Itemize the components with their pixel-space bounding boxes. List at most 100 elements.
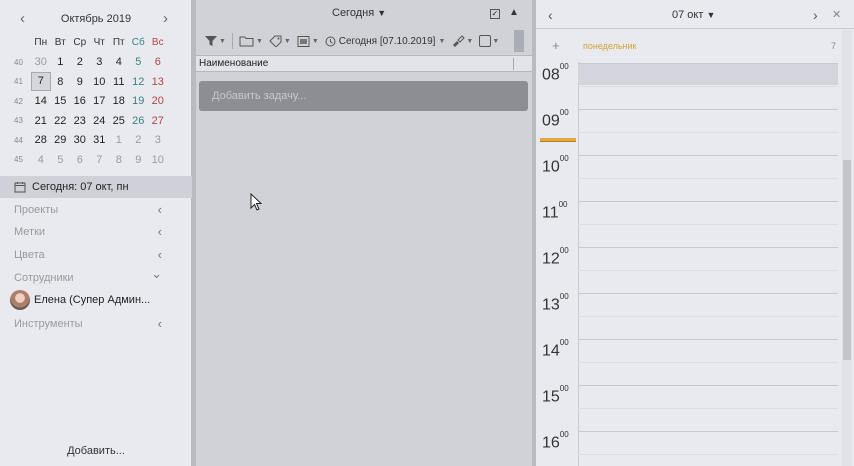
- project-filter-button[interactable]: ▼: [239, 35, 263, 47]
- grid-line: [578, 385, 838, 386]
- calendar-day[interactable]: 15: [51, 95, 71, 107]
- hour-label: 0900: [542, 108, 569, 130]
- grid-line: [578, 178, 838, 179]
- calendar-day[interactable]: 10: [90, 76, 110, 88]
- column-header-name[interactable]: Наименование: [196, 55, 532, 72]
- calendar-day-today[interactable]: 7: [31, 72, 51, 92]
- calendar-day[interactable]: 18: [109, 95, 129, 107]
- calendar-week-row: 43 21 22 23 24 25 26 27: [14, 111, 168, 131]
- hour-value: 09: [542, 112, 560, 130]
- sidebar-item-label: Метки: [14, 226, 46, 238]
- completed-checkbox[interactable]: ✓: [490, 9, 500, 19]
- caret-down-icon: ▼: [255, 37, 263, 45]
- brush-icon: [453, 35, 466, 47]
- close-icon[interactable]: ✕: [832, 8, 841, 21]
- calendar-day[interactable]: 3: [90, 56, 110, 68]
- calendar-day[interactable]: 1: [51, 56, 71, 68]
- calendar-day[interactable]: 21: [31, 115, 51, 127]
- date-filter-dropdown[interactable]: Сегодня [07.10.2019] ▼: [325, 36, 445, 47]
- week-number: 45: [14, 155, 23, 165]
- calendar-day[interactable]: 11: [109, 76, 129, 88]
- hour-label: 1300: [542, 292, 569, 314]
- sidebar-item-employees[interactable]: Сотрудники ⌄: [0, 266, 192, 288]
- scrollbar-thumb[interactable]: [843, 160, 851, 360]
- day-number-label: 7: [831, 41, 837, 51]
- calendar-day[interactable]: 3: [148, 134, 168, 146]
- calendar-day[interactable]: 6: [148, 56, 168, 68]
- calendar-day[interactable]: 26: [129, 115, 149, 127]
- calendar-day[interactable]: 31: [90, 134, 110, 146]
- calendar-day[interactable]: 30: [70, 134, 90, 146]
- caret-down-icon: ▼: [219, 37, 226, 45]
- calendar-day[interactable]: 5: [129, 56, 149, 68]
- priority-filter-button[interactable]: ▼: [451, 35, 473, 47]
- sidebar-item-colors[interactable]: Цвета ‹: [0, 245, 192, 265]
- calendar-day[interactable]: 17: [90, 95, 110, 107]
- calendar-week-row: 45 4 5 6 7 8 9 10: [14, 150, 168, 170]
- calendar-day[interactable]: 24: [90, 115, 110, 127]
- calendar-day[interactable]: 23: [70, 115, 90, 127]
- calendar-day[interactable]: 5: [51, 154, 71, 166]
- hour-value: 15: [542, 388, 560, 406]
- sidebar-item-tools[interactable]: Инструменты ‹: [0, 314, 192, 334]
- calendar-day[interactable]: 29: [51, 134, 71, 146]
- grid-line: [578, 201, 838, 202]
- selected-time-slot[interactable]: [578, 63, 838, 85]
- calendar-day[interactable]: 8: [51, 76, 71, 88]
- calendar-day[interactable]: 9: [129, 154, 149, 166]
- calendar-day[interactable]: 7: [90, 154, 110, 166]
- next-month-button[interactable]: ›: [163, 10, 168, 28]
- weekday-label: Сб: [131, 37, 145, 49]
- grid-line: [578, 293, 838, 294]
- grid-line: [578, 316, 838, 317]
- calendar-day[interactable]: 27: [148, 115, 168, 127]
- add-button[interactable]: Добавить...: [0, 445, 192, 457]
- status-filter-button[interactable]: ▼: [479, 35, 499, 47]
- calendar-day[interactable]: 12: [129, 76, 149, 88]
- calendar-day[interactable]: 22: [51, 115, 71, 127]
- calendar-day[interactable]: 8: [109, 154, 129, 166]
- calendar-user-icon: [297, 36, 310, 47]
- add-task-input[interactable]: Добавить задачу...: [199, 81, 528, 111]
- mini-calendar: Пн Вт Ср Чт Пт Сб Вс 40 30 1 2 3 4 5 6 41 7 8 9 10 11…: [14, 33, 168, 170]
- user-name: Елена (Супер Админ...: [34, 294, 151, 306]
- calendar-day[interactable]: 1: [109, 134, 129, 146]
- calendar-day[interactable]: 20: [148, 95, 168, 107]
- add-event-button[interactable]: +: [552, 38, 560, 53]
- sidebar-item-tags[interactable]: Метки ‹: [0, 222, 192, 242]
- grid-line: [578, 362, 838, 363]
- calendar-day[interactable]: 28: [31, 134, 51, 146]
- prev-day-button[interactable]: ‹: [548, 6, 553, 24]
- tag-filter-button[interactable]: ▼: [269, 35, 291, 47]
- chevron-left-icon: ‹: [157, 316, 162, 331]
- minute-value: 00: [559, 430, 569, 439]
- calendar-day[interactable]: 30: [31, 56, 51, 68]
- calendar-day[interactable]: 2: [129, 134, 149, 146]
- time-grid[interactable]: [578, 62, 838, 466]
- calendar-day[interactable]: 25: [109, 115, 129, 127]
- day-date-dropdown[interactable]: 07 окт ▼: [672, 9, 715, 21]
- calendar-day[interactable]: 2: [70, 56, 90, 68]
- today-item[interactable]: Сегодня: 07 окт, пн: [0, 176, 192, 198]
- sidebar-item-projects[interactable]: Проекты ‹: [0, 200, 192, 220]
- employee-filter-button[interactable]: ▼: [297, 35, 319, 47]
- app-window: ‹ Октябрь 2019 › Пн Вт Ср Чт Пт Сб Вс 40…: [0, 0, 854, 466]
- filter-button[interactable]: ▼: [204, 35, 226, 47]
- task-panel: Сегодня ▼ ✓ ▲ ▼ ▼ ▼ ▼ Сегодня [07.10.201…: [196, 0, 532, 466]
- collapse-up-icon[interactable]: ▲: [509, 7, 519, 18]
- calendar-day[interactable]: 19: [129, 95, 149, 107]
- calendar-day[interactable]: 10: [148, 154, 168, 166]
- next-day-button[interactable]: ›: [813, 6, 818, 24]
- task-period-dropdown[interactable]: Сегодня ▼: [332, 7, 386, 19]
- calendar-day[interactable]: 16: [70, 95, 90, 107]
- sidebar-user-item[interactable]: Елена (Супер Админ...: [0, 290, 192, 310]
- vertical-scrollbar[interactable]: [842, 30, 852, 466]
- calendar-day[interactable]: 6: [70, 154, 90, 166]
- calendar-day[interactable]: 14: [31, 95, 51, 107]
- calendar-day[interactable]: 4: [109, 56, 129, 68]
- calendar-day[interactable]: 9: [70, 76, 90, 88]
- toolbar-scrollbar[interactable]: [514, 30, 524, 52]
- calendar-day[interactable]: 4: [31, 154, 51, 166]
- calendar-day[interactable]: 13: [148, 76, 168, 88]
- avatar: [10, 290, 30, 310]
